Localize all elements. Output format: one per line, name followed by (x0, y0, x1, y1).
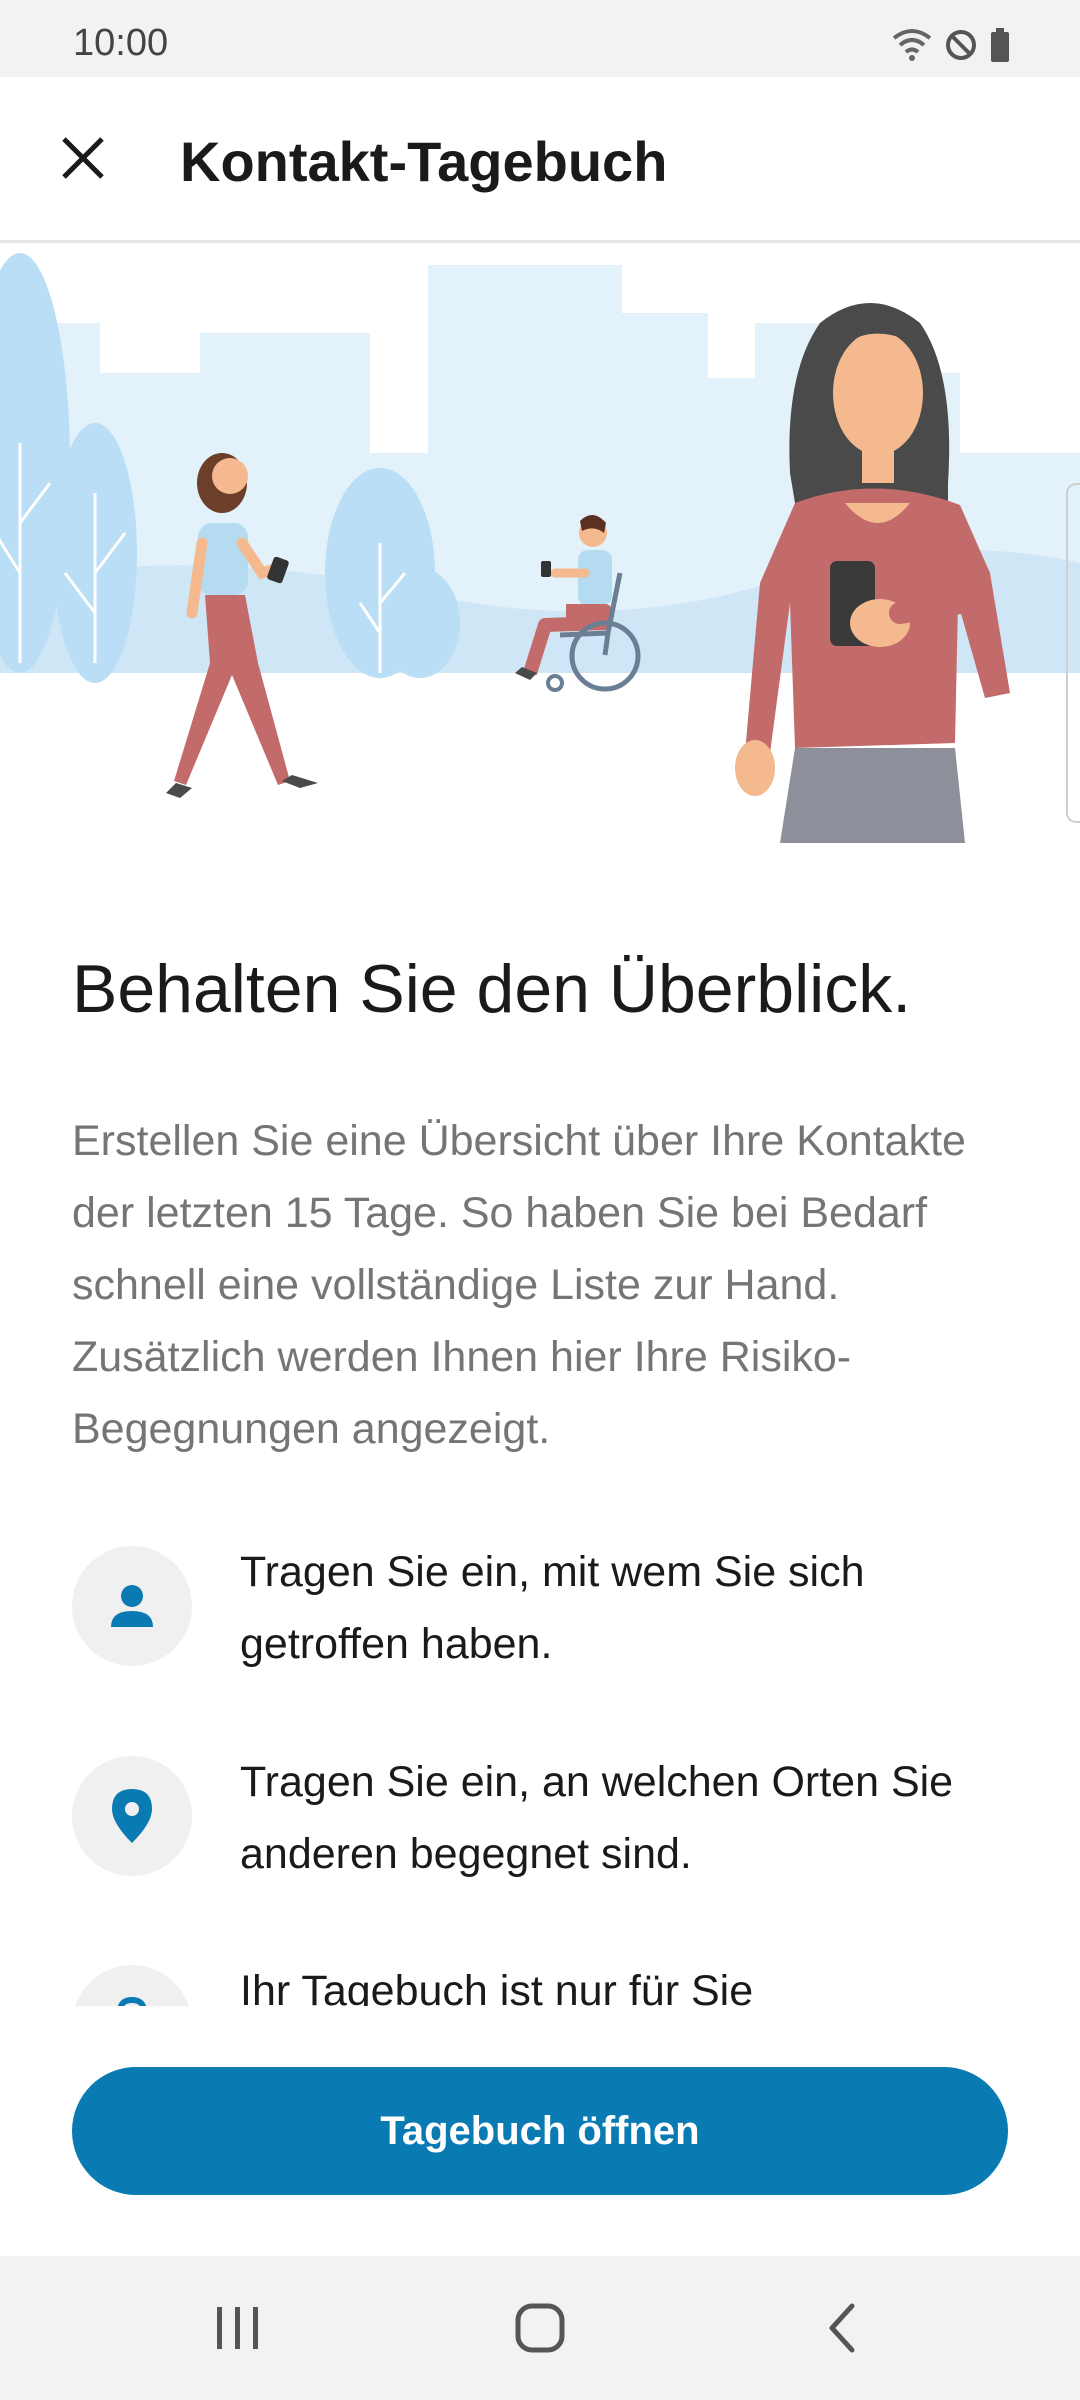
home-icon (515, 2303, 565, 2353)
person-icon-circle (72, 1546, 192, 1666)
battery-icon (990, 28, 1010, 67)
list-item-text: Tragen Sie ein, an welchen Orten Sie and… (240, 1758, 954, 1878)
header-illustration (0, 243, 1080, 843)
location-pin-icon-circle (72, 1756, 192, 1876)
app-bar: Kontakt-Tagebuch (0, 77, 1080, 243)
list-item-text: Tragen Sie ein, mit wem Sie sich getroff… (240, 1548, 865, 1668)
lock-icon-circle (72, 1965, 192, 2006)
list-item-privacy: Ihr Tagebuch ist nur für Sie (72, 1965, 1032, 2006)
recent-apps-button[interactable] (188, 2288, 288, 2368)
bottom-action-area: Tagebuch öffnen (0, 2006, 1080, 2256)
headline: Behalten Sie den Überblick. (72, 951, 912, 1027)
recent-apps-icon (217, 2307, 258, 2349)
description-text: Erstellen Sie eine Übersicht über Ihre K… (72, 1117, 966, 1453)
side-scroll-handle[interactable] (1066, 483, 1080, 823)
home-button[interactable] (490, 2288, 590, 2368)
back-button[interactable] (792, 2288, 892, 2368)
status-bar: 10:00 (0, 0, 1080, 77)
list-item-text: Ihr Tagebuch ist nur für Sie (240, 1967, 754, 2006)
do-not-disturb-icon (944, 28, 978, 67)
system-nav-bar (0, 2256, 1080, 2400)
status-icons (892, 28, 1010, 67)
close-icon (62, 137, 104, 179)
back-icon (829, 2303, 855, 2353)
close-button[interactable] (50, 117, 116, 199)
location-pin-icon (112, 1789, 152, 1843)
person-icon (111, 1585, 153, 1627)
page-title: Kontakt-Tagebuch (180, 130, 668, 193)
status-time: 10:00 (73, 22, 169, 64)
list-item-places: Tragen Sie ein, an welchen Orten Sie and… (72, 1756, 1032, 1906)
open-diary-button[interactable]: Tagebuch öffnen (72, 2067, 1008, 2195)
lock-icon (118, 1996, 146, 2006)
wifi-icon (892, 28, 932, 67)
list-item-contacts: Tragen Sie ein, mit wem Sie sich getroff… (72, 1546, 1032, 1696)
main-content: Behalten Sie den Überblick. Erstellen Si… (0, 843, 1080, 2006)
